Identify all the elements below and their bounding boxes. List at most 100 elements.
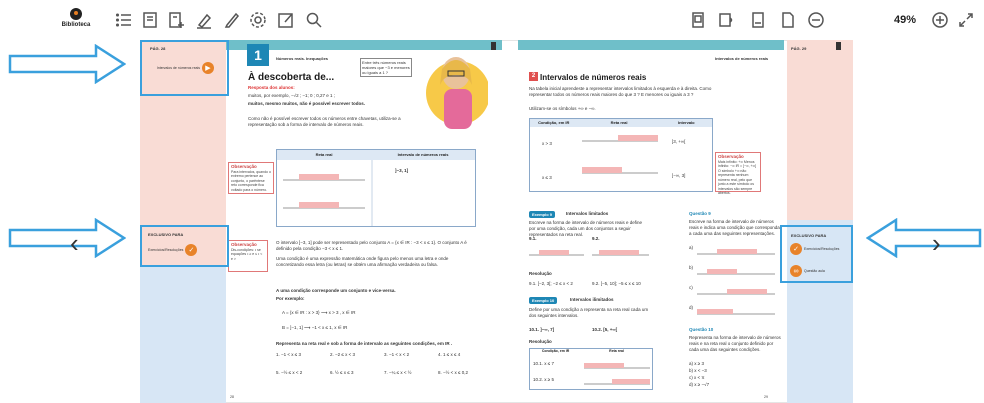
- teacher-illustration: [420, 45, 490, 140]
- bookmark-page-icon[interactable]: [748, 10, 768, 30]
- question-item: b): [689, 265, 694, 270]
- table-cell: ]−∞, 3]: [672, 173, 686, 178]
- left-paragraph-3: Uma condição é uma expressão matemática …: [276, 256, 449, 267]
- example-item: 10.2. [5, +∞[: [592, 327, 618, 332]
- library-logo-icon: [70, 8, 82, 20]
- left-strip-exclusive-area: [140, 265, 226, 403]
- table-header-cell: Intervalo: [677, 120, 695, 125]
- highlight-box: [140, 40, 229, 96]
- exercise-item: 6. ½ ≤ x ≤ 3: [330, 370, 354, 375]
- right-page-number: 29: [764, 395, 768, 399]
- example-item: 9.2.: [592, 236, 600, 241]
- toolbar: Biblioteca 49%: [0, 0, 984, 42]
- highlight-box: [780, 225, 853, 283]
- next-page-icon[interactable]: ›: [932, 228, 941, 259]
- left-page-number: 28: [230, 395, 234, 399]
- observation-box-3: Observação Mais infinito: +∞ Menos infin…: [715, 152, 761, 195]
- example-1: A = {x ∈ IR : x > 3} ⟶ x > 3 , x ∈ IR: [282, 310, 356, 315]
- pointer-arrow-left: [865, 217, 982, 259]
- interval-value: ]−3, 1]: [395, 168, 409, 173]
- bookmark-icon[interactable]: [491, 42, 496, 50]
- expand-icon[interactable]: [956, 10, 976, 30]
- observation-text: Mais infinito: +∞ Menos infinito: −∞ IR …: [718, 159, 757, 196]
- table-header-cell: Intervalo de números reais: [397, 152, 449, 157]
- left-bullet-2: muitos, mesmo muitos, não é possível esc…: [248, 101, 366, 106]
- exercise-item: 2. −2 ≤ x < 3: [330, 352, 355, 357]
- table-header-cell: Condição, em IR: [538, 120, 570, 125]
- chapter-number: 1: [247, 44, 269, 66]
- left-bullet-1: muitos, por exemplo, −√2 ; −1; 0 ; 0,27 …: [248, 93, 336, 98]
- question-item: b) x < −3: [689, 368, 707, 373]
- left-page-header: Números reais. Inequações: [276, 56, 329, 61]
- highlight-icon[interactable]: [194, 10, 214, 30]
- question-10-text: Representa na forma de intervalo de núme…: [689, 335, 781, 352]
- question-item: d): [689, 305, 694, 310]
- question-item: d) x ≥ −√7: [689, 382, 710, 387]
- table-header: Reta real Intervalo de números reais: [277, 150, 475, 160]
- resolucao-label: Resolução: [529, 271, 552, 276]
- library-label: Biblioteca: [61, 22, 91, 28]
- left-paragraph-2: O intervalo ]−3, 1] pode ser representad…: [276, 240, 467, 251]
- list-icon[interactable]: [114, 10, 134, 30]
- example-10-text: Define por uma condição a representa na …: [529, 307, 649, 318]
- right-strip-page-label: PÁG. 29: [791, 46, 807, 51]
- highlight-box: [140, 225, 229, 267]
- exercise-item: 8. −½ < x ≤ 0,2: [438, 370, 468, 375]
- audio-icon[interactable]: [716, 10, 736, 30]
- zoom-level: 49%: [894, 14, 917, 26]
- book-icon[interactable]: [140, 10, 160, 30]
- zoom-out-icon[interactable]: [806, 10, 826, 30]
- previous-page-icon[interactable]: ‹: [70, 228, 79, 259]
- exercise-item: 3. −1 < x < 2: [384, 352, 410, 357]
- observation-box-1: Observação Para intervalos, quando o ext…: [228, 162, 274, 194]
- settings-icon[interactable]: [248, 10, 268, 30]
- por-exemplo: Por exemplo:: [276, 296, 305, 301]
- exercise-instruction: Representa na reta real e sob a forma de…: [276, 341, 453, 346]
- number-line-figure: [283, 160, 373, 226]
- single-page-icon[interactable]: [688, 10, 708, 30]
- table-cell: ]3, +∞[: [672, 139, 686, 144]
- table-header: Condição, em IR Reta real: [530, 349, 652, 356]
- exercise-item: 1. −1 < x ≤ 3: [276, 352, 301, 357]
- blank-page-icon[interactable]: [778, 10, 798, 30]
- search-icon[interactable]: [304, 10, 324, 30]
- observation-box-2: Observação Dis-condições: • se equações …: [228, 240, 268, 272]
- table-header-cell: Reta real: [609, 349, 624, 353]
- example-9-text: Escreve na forma de intervalo de números…: [529, 220, 643, 237]
- left-paragraph-1: Como não é possível escrever todos os nú…: [248, 116, 401, 127]
- library-button[interactable]: Biblioteca: [56, 8, 96, 28]
- add-note-icon[interactable]: [166, 10, 186, 30]
- speech-bubble: Entre três números reais maiores que −3 …: [360, 58, 412, 77]
- exercises-row-1: 1. −1 < x ≤ 3 2. −2 ≤ x < 3 3. −1 < x < …: [276, 352, 484, 358]
- question-9-title: Questão 9: [689, 211, 711, 216]
- exercise-item: 7. −¼ ≤ x < ½: [384, 370, 412, 375]
- number-line-figure: [582, 135, 658, 174]
- resolution-item: 9.1. [−2, 3[; −2 ≤ x < 2: [529, 281, 573, 286]
- right-resource-strip: [787, 40, 853, 403]
- question-9-number-lines: [697, 249, 775, 315]
- pencil-icon[interactable]: [222, 10, 242, 30]
- table-cell: x > 3: [542, 141, 552, 146]
- table-cell: x ≤ 3: [542, 175, 552, 180]
- question-10-title: Questão 10: [689, 327, 714, 332]
- example-9-number-lines: [529, 250, 649, 256]
- table-header-cell: Reta real: [610, 120, 628, 125]
- right-intro-2: Utilizam-se os símbolos +∞ e −∞.: [529, 106, 596, 111]
- example-10-title: Intervalos ilimitados: [570, 297, 614, 302]
- left-subtitle: Resposta dos alunos:: [248, 85, 295, 90]
- question-9-text: Escreve na forma de intervalo de números…: [689, 219, 780, 236]
- right-page-title: Intervalos de números reais: [540, 73, 647, 82]
- exercises-row-2: 5. −½ ≤ x < 2 6. ½ ≤ x ≤ 3 7. −¼ ≤ x < ½…: [276, 370, 484, 376]
- zoom-in-icon[interactable]: [930, 10, 950, 30]
- right-page-header: Intervalos de números reais: [715, 56, 769, 61]
- bookmark-icon[interactable]: [836, 42, 841, 50]
- pointer-arrow-right: [8, 43, 127, 85]
- edit-icon[interactable]: [276, 10, 296, 30]
- interval-table: Reta real Intervalo de números reais: [276, 149, 476, 227]
- observation-text: Dis-condições: • se equações • ≥ e ≤ • <…: [231, 247, 263, 261]
- table-header: Condição, em IR Reta real Intervalo: [530, 119, 712, 127]
- exercise-item: 5. −½ ≤ x < 2: [276, 370, 303, 375]
- example-9-title: Intervalos limitados: [566, 211, 609, 216]
- infinity-table: Condição, em IR Reta real Intervalo x > …: [529, 118, 713, 192]
- left-paragraph-4: A uma condição corresponde um conjunto e…: [276, 288, 396, 293]
